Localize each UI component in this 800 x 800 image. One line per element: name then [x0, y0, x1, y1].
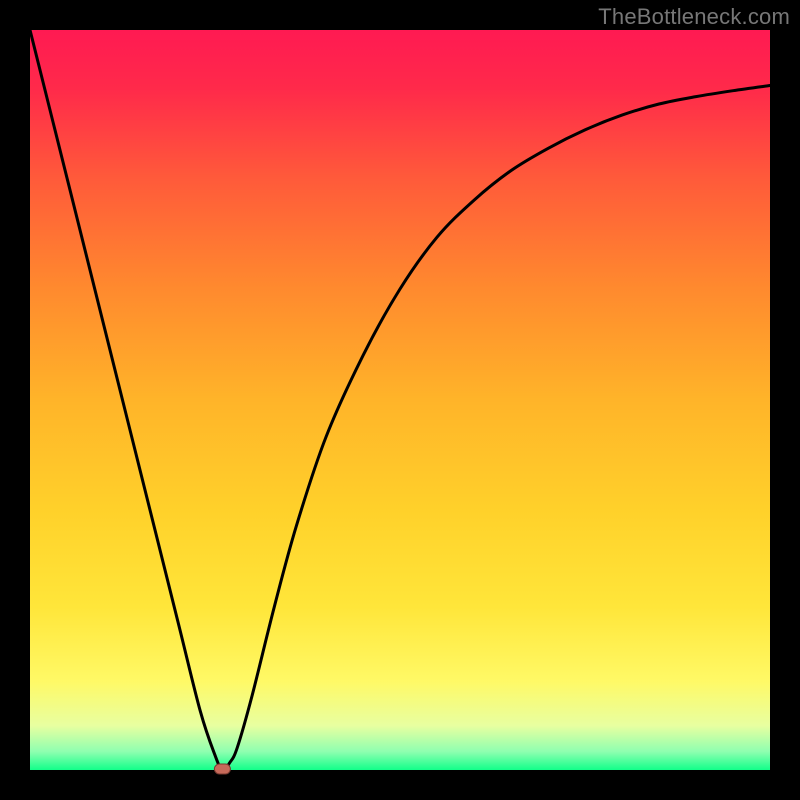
watermark-text: TheBottleneck.com	[598, 4, 790, 30]
chart-container: TheBottleneck.com	[0, 0, 800, 800]
plot-area	[30, 30, 770, 770]
optimal-point-marker	[214, 764, 230, 774]
bottleneck-chart	[0, 0, 800, 800]
